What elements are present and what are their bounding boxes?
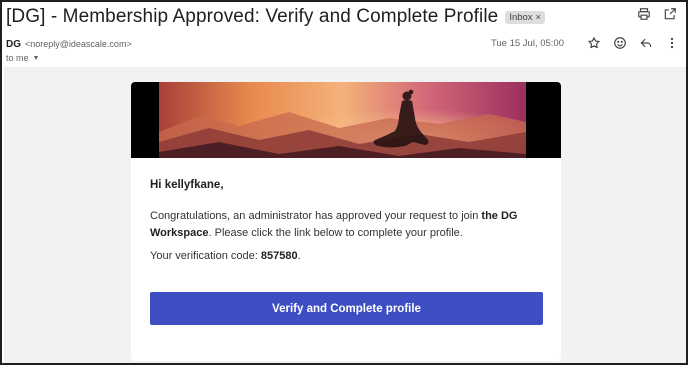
sender-email: <noreply@ideascale.com>	[25, 39, 132, 49]
verify-complete-profile-button[interactable]: Verify and Complete profile	[150, 292, 543, 325]
remove-label-icon[interactable]: ×	[536, 12, 541, 22]
message-meta: Tue 15 Jul, 05:00	[491, 35, 680, 51]
recipients-label: to me	[6, 53, 29, 63]
sender-name[interactable]: DG	[6, 39, 21, 50]
reply-icon[interactable]	[638, 35, 654, 51]
chevron-down-icon: ▼	[32, 54, 40, 62]
message-date: Tue 15 Jul, 05:00	[490, 37, 564, 49]
subject-row: [DG] - Membership Approved: Verify and C…	[6, 4, 682, 30]
approval-message: Congratulations, an administrator has ap…	[150, 208, 550, 242]
greeting: Hi kellyfkane,	[150, 179, 224, 191]
meditation-scene-image	[159, 82, 526, 158]
verification-code-line: Your verification code: 857580.	[150, 250, 301, 262]
recipients-toggle[interactable]: to me ▼	[6, 53, 39, 63]
verification-code: 857580	[260, 250, 298, 262]
verification-code-end: .	[297, 250, 301, 262]
approval-text-end: . Please click the link below to complet…	[208, 227, 463, 239]
print-icon[interactable]	[636, 6, 652, 22]
email-body-canvas: Hi kellyfkane, Congratulations, an admin…	[4, 67, 686, 363]
star-icon[interactable]	[586, 35, 602, 51]
email-window: [DG] - Membership Approved: Verify and C…	[0, 0, 688, 365]
more-vert-icon[interactable]	[664, 35, 680, 51]
verification-code-label: Your verification code:	[150, 250, 261, 262]
email-card: Hi kellyfkane, Congratulations, an admin…	[131, 82, 561, 361]
header-banner-image	[131, 82, 561, 158]
inbox-label: Inbox	[509, 11, 533, 23]
top-actions	[636, 6, 678, 22]
emoji-icon[interactable]	[612, 35, 628, 51]
open-in-new-window-icon[interactable]	[662, 6, 678, 22]
approval-text-start: Congratulations, an administrator has ap…	[150, 210, 482, 222]
email-subject: [DG] - Membership Approved: Verify and C…	[6, 6, 499, 27]
inbox-label-chip[interactable]: Inbox ×	[505, 10, 545, 24]
